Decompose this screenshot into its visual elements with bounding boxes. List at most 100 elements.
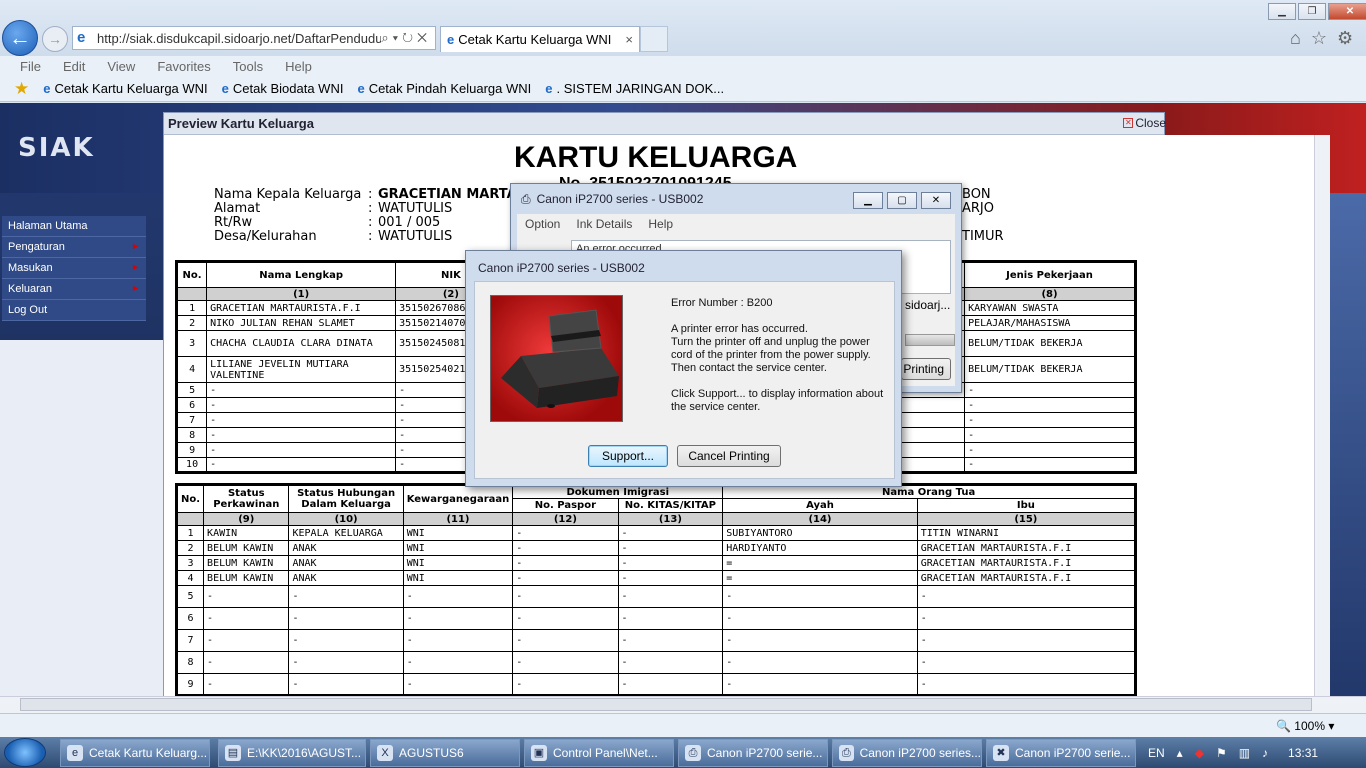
antivirus-icon[interactable]: ◆ — [1195, 746, 1204, 760]
restore-button[interactable]: ❐ — [1298, 3, 1326, 20]
clock[interactable]: 13:31 — [1288, 746, 1318, 760]
tab-cetak-kk[interactable]: e Cetak Kartu Keluarga WNI × — [440, 26, 640, 52]
menu-view[interactable]: View — [107, 59, 135, 74]
member-name: LILIANE JEVELIN MUTIARA VALENTINE — [206, 356, 397, 383]
taskbar-item[interactable]: ✖ Canon iP2700 serie... — [986, 739, 1136, 767]
back-button[interactable]: ← — [2, 20, 38, 56]
sidebar-item-logout[interactable]: Log Out — [2, 300, 146, 321]
flag-icon[interactable]: ⚑ — [1216, 746, 1227, 760]
menu-edit[interactable]: Edit — [63, 59, 85, 74]
address-bar[interactable]: e http://siak.disdukcapil.sidoarjo.net/D… — [72, 26, 436, 50]
sidebar-item-masukan[interactable]: Masukan ► — [2, 258, 146, 279]
language-indicator[interactable]: EN — [1148, 746, 1165, 760]
start-button[interactable] — [4, 738, 46, 767]
close-button[interactable]: ✕ — [921, 192, 951, 209]
menu-help[interactable]: Help — [648, 217, 673, 231]
siak-logo: SIAK — [18, 133, 95, 163]
row-number: 6 — [175, 397, 208, 413]
row-number: 6 — [175, 607, 205, 630]
new-tab-button[interactable] — [640, 26, 668, 52]
taskbar-item[interactable]: ⎙ Canon iP2700 serie... — [678, 739, 828, 767]
taskbar-item-label: Canon iP2700 series... — [859, 746, 981, 760]
kitas-number: - — [617, 607, 724, 630]
close-button[interactable]: ✕ — [1328, 3, 1366, 20]
minimize-button[interactable]: ▁ — [853, 192, 883, 209]
cancel-printing-button[interactable]: Cancel Printing — [677, 445, 781, 467]
cancel-printing-button[interactable]: Printing — [901, 358, 951, 380]
passport-number: - — [512, 673, 619, 696]
preview-close-button[interactable]: ✕ Close — [1123, 116, 1166, 130]
zoom-value: 100% — [1294, 719, 1325, 733]
tray-expand-icon[interactable]: ▴ — [1177, 746, 1183, 760]
network-icon[interactable]: ▥ — [1239, 746, 1250, 760]
row-number: 8 — [175, 651, 205, 674]
taskbar-item[interactable]: ▤ E:\KK\2016\AGUST... — [218, 739, 366, 767]
tab-close-icon[interactable]: × — [625, 32, 633, 47]
favorite-label: . SISTEM JARINGAN DOK... — [556, 81, 725, 96]
maximize-button[interactable]: ▢ — [887, 192, 917, 209]
father-name: - — [722, 651, 918, 674]
favorite-label: Cetak Kartu Keluarga WNI — [54, 81, 208, 96]
minimize-button[interactable]: ▁ — [1268, 3, 1296, 20]
error-dialog-title: Canon iP2700 series - USB002 — [478, 261, 645, 275]
column-number: (11) — [402, 512, 514, 526]
address-url[interactable]: http://siak.disdukcapil.sidoarjo.net/Daf… — [97, 31, 381, 46]
support-info-text: Click Support... to display information … — [671, 388, 884, 413]
passport-number: - — [512, 525, 619, 541]
column-header: No. — [175, 484, 205, 513]
sidebar-item-label: Keluaran — [8, 283, 53, 295]
family-relation: - — [288, 651, 404, 674]
info-right-value: BON — [962, 187, 991, 202]
member-occupation: PELAJAR/MAHASISWA — [964, 315, 1136, 331]
menu-option[interactable]: Option — [525, 217, 560, 231]
forward-button[interactable]: → — [42, 26, 68, 52]
kitas-number: - — [617, 651, 724, 674]
sidebar-item-halaman-utama[interactable]: Halaman Utama — [2, 216, 146, 237]
taskbar-item[interactable]: X AGUSTUS6 — [370, 739, 520, 767]
kitas-number: - — [617, 585, 724, 608]
menu-favorites[interactable]: Favorites — [157, 59, 210, 74]
member-name: - — [206, 412, 397, 428]
member-occupation: BELUM/TIDAK BEKERJA — [964, 330, 1136, 357]
sidebar-item-keluaran[interactable]: Keluaran ► — [2, 279, 146, 300]
address-actions[interactable]: ⌕▾↻✕ — [381, 30, 435, 46]
favorites-star-icon[interactable]: ☆ — [1311, 28, 1327, 49]
ie-icon: e — [221, 81, 229, 96]
father-name: SUBIYANTORO — [722, 525, 918, 541]
marital-status: - — [203, 629, 290, 652]
taskbar-item-label: Control Panel\Net... — [553, 746, 658, 760]
menu-tools[interactable]: Tools — [233, 59, 263, 74]
vertical-scrollbar[interactable] — [1314, 135, 1330, 696]
taskbar-item[interactable]: ⎙ Canon iP2700 series... — [832, 739, 982, 767]
taskbar-item[interactable]: ▣ Control Panel\Net... — [524, 739, 674, 767]
marital-status: BELUM KAWIN — [203, 570, 290, 586]
sidebar-item-label: Masukan — [8, 262, 53, 274]
sidebar-item-pengaturan[interactable]: Pengaturan ► — [2, 237, 146, 258]
horizontal-scroll-thumb[interactable] — [20, 698, 1312, 711]
kk-status-table: No. Status Perkawinan Status Hubungan Dala… — [175, 483, 1137, 696]
volume-icon[interactable]: ♪ — [1262, 746, 1268, 760]
favorite-link[interactable]: e Cetak Pindah Keluarga WNI — [357, 81, 531, 96]
menu-ink-details[interactable]: Ink Details — [576, 217, 632, 231]
favorite-link[interactable]: e Cetak Biodata WNI — [222, 81, 344, 96]
kitas-number: - — [617, 673, 724, 696]
favorite-link[interactable]: e Cetak Kartu Keluarga WNI — [43, 81, 207, 96]
menu-help[interactable]: Help — [285, 59, 312, 74]
mother-name: GRACETIAN MARTAURISTA.F.I — [916, 540, 1137, 556]
favorites-star-icon[interactable]: ★ — [14, 79, 29, 99]
favorite-label: Cetak Pindah Keluarga WNI — [368, 81, 532, 96]
gear-icon[interactable]: ⚙ — [1337, 28, 1353, 49]
error-line: A printer error has occurred. — [671, 323, 808, 335]
port-text: sidoarj... — [905, 298, 951, 312]
taskbar-app-icon: ⎙ — [685, 745, 701, 761]
ink-level-bar — [905, 334, 955, 346]
kitas-number: - — [617, 555, 724, 571]
taskbar-item[interactable]: e Cetak Kartu Keluarg... — [60, 739, 210, 767]
favorite-link[interactable]: e. SISTEM JARINGAN DOK... — [545, 81, 724, 96]
zoom-level[interactable]: 🔍 100% ▾ — [1276, 719, 1334, 733]
mother-name: - — [916, 651, 1137, 674]
home-icon[interactable]: ⌂ — [1290, 28, 1301, 49]
column-number: (9) — [203, 512, 290, 526]
support-button[interactable]: Support... — [588, 445, 668, 467]
menu-file[interactable]: File — [20, 59, 41, 74]
